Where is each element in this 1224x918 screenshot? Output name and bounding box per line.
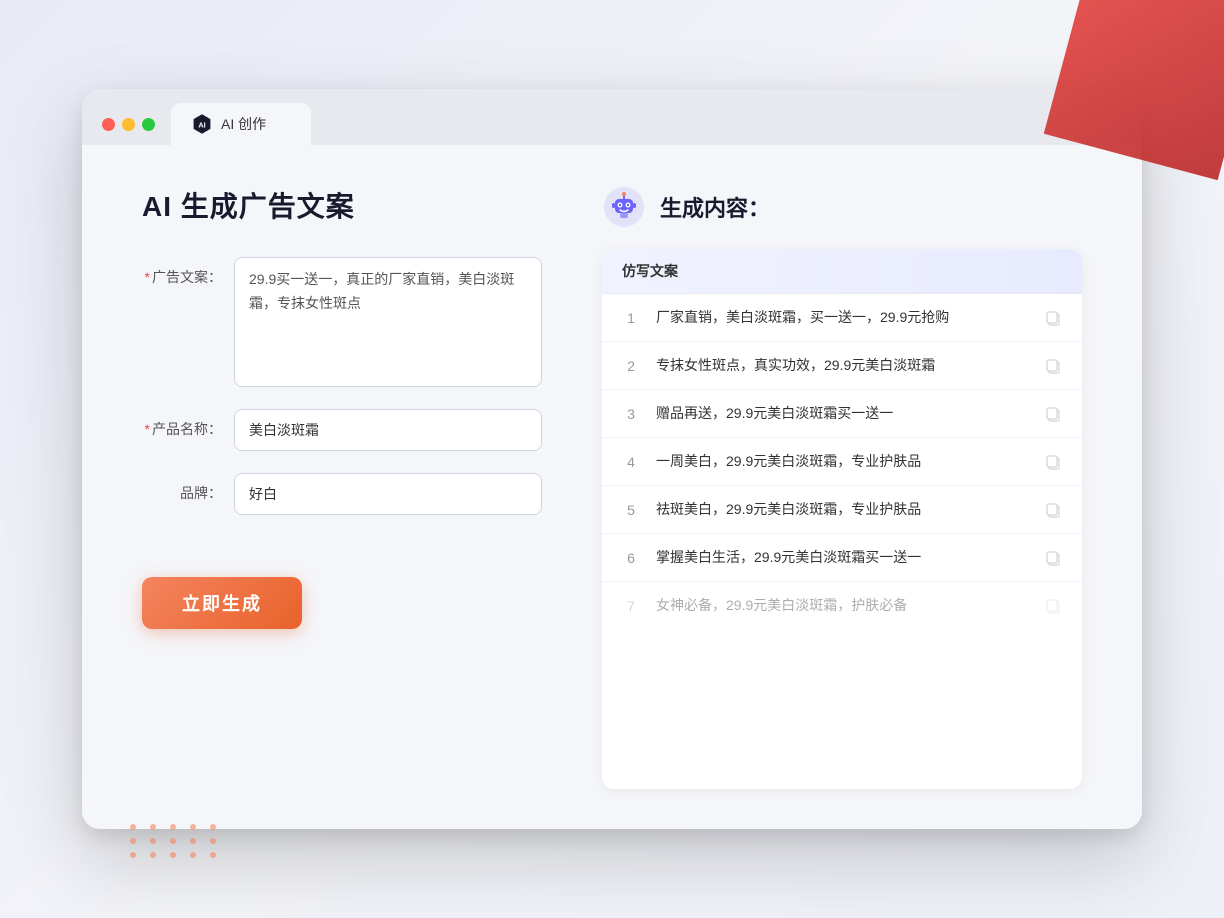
browser-tab[interactable]: AI AI 创作: [171, 103, 311, 145]
tab-title: AI 创作: [221, 114, 266, 134]
right-panel: 生成内容： 仿写文案 1 厂家直销，美白淡斑霜，买一送一，29.9元抢购 2 专…: [602, 185, 1082, 789]
ai-tab-icon: AI: [191, 113, 213, 135]
item-number: 1: [622, 310, 640, 326]
traffic-light-green[interactable]: [142, 118, 155, 131]
svg-text:AI: AI: [198, 121, 205, 130]
traffic-lights: [102, 118, 155, 145]
output-header: 生成内容：: [602, 185, 1082, 229]
brand-label: 品牌：: [142, 473, 222, 503]
item-text: 一周美白，29.9元美白淡斑霜，专业护肤品: [656, 451, 1028, 472]
copy-icon[interactable]: [1044, 405, 1062, 423]
product-name-input[interactable]: [234, 409, 542, 451]
item-number: 2: [622, 358, 640, 374]
item-text: 专抹女性斑点，真实功效，29.9元美白淡斑霜: [656, 355, 1028, 376]
brand-group: 品牌：: [142, 473, 542, 515]
product-name-group: *产品名称：: [142, 409, 542, 451]
page-title: AI 生成广告文案: [142, 185, 542, 225]
traffic-light-red[interactable]: [102, 118, 115, 131]
browser-content: AI 生成广告文案 *广告文案： 29.9买一送一，真正的厂家直销，美白淡斑霜，…: [82, 145, 1142, 829]
product-name-required: *: [145, 421, 150, 437]
product-name-label: *产品名称：: [142, 409, 222, 439]
copy-icon[interactable]: [1044, 501, 1062, 519]
item-number: 6: [622, 550, 640, 566]
output-box: 仿写文案 1 厂家直销，美白淡斑霜，买一送一，29.9元抢购 2 专抹女性斑点，…: [602, 249, 1082, 789]
item-text: 女神必备，29.9元美白淡斑霜，护肤必备: [656, 595, 1028, 616]
ad-copy-required: *: [145, 269, 150, 285]
copy-icon[interactable]: [1044, 453, 1062, 471]
browser-window: AI AI 创作 AI 生成广告文案 *广告文案： 29.9买一送一，真正的厂家…: [82, 89, 1142, 829]
decoration-dots: [130, 824, 222, 858]
item-text: 祛斑美白，29.9元美白淡斑霜，专业护肤品: [656, 499, 1028, 520]
generate-button[interactable]: 立即生成: [142, 577, 302, 629]
ad-copy-textarea[interactable]: 29.9买一送一，真正的厂家直销，美白淡斑霜，专抹女性斑点: [234, 257, 542, 387]
item-text: 掌握美白生活，29.9元美白淡斑霜买一送一: [656, 547, 1028, 568]
output-list-item: 6 掌握美白生活，29.9元美白淡斑霜买一送一: [602, 534, 1082, 582]
left-panel: AI 生成广告文案 *广告文案： 29.9买一送一，真正的厂家直销，美白淡斑霜，…: [142, 185, 542, 789]
output-list-item: 1 厂家直销，美白淡斑霜，买一送一，29.9元抢购: [602, 294, 1082, 342]
item-text: 厂家直销，美白淡斑霜，买一送一，29.9元抢购: [656, 307, 1028, 328]
output-list-item: 2 专抹女性斑点，真实功效，29.9元美白淡斑霜: [602, 342, 1082, 390]
output-items-container: 1 厂家直销，美白淡斑霜，买一送一，29.9元抢购 2 专抹女性斑点，真实功效，…: [602, 294, 1082, 629]
output-table-header: 仿写文案: [602, 249, 1082, 294]
item-number: 4: [622, 454, 640, 470]
item-number: 3: [622, 406, 640, 422]
ad-copy-label: *广告文案：: [142, 257, 222, 287]
output-list-item: 5 祛斑美白，29.9元美白淡斑霜，专业护肤品: [602, 486, 1082, 534]
output-list-item: 3 赠品再送，29.9元美白淡斑霜买一送一: [602, 390, 1082, 438]
browser-chrome: AI AI 创作: [82, 89, 1142, 145]
robot-icon: [602, 185, 646, 229]
output-list-item: 7 女神必备，29.9元美白淡斑霜，护肤必备: [602, 582, 1082, 629]
copy-icon[interactable]: [1044, 549, 1062, 567]
output-list-item: 4 一周美白，29.9元美白淡斑霜，专业护肤品: [602, 438, 1082, 486]
ad-copy-group: *广告文案： 29.9买一送一，真正的厂家直销，美白淡斑霜，专抹女性斑点: [142, 257, 542, 387]
brand-input[interactable]: [234, 473, 542, 515]
item-number: 5: [622, 502, 640, 518]
item-text: 赠品再送，29.9元美白淡斑霜买一送一: [656, 403, 1028, 424]
copy-icon[interactable]: [1044, 309, 1062, 327]
output-title: 生成内容：: [660, 191, 770, 223]
copy-icon[interactable]: [1044, 597, 1062, 615]
copy-icon[interactable]: [1044, 357, 1062, 375]
item-number: 7: [622, 598, 640, 614]
traffic-light-yellow[interactable]: [122, 118, 135, 131]
